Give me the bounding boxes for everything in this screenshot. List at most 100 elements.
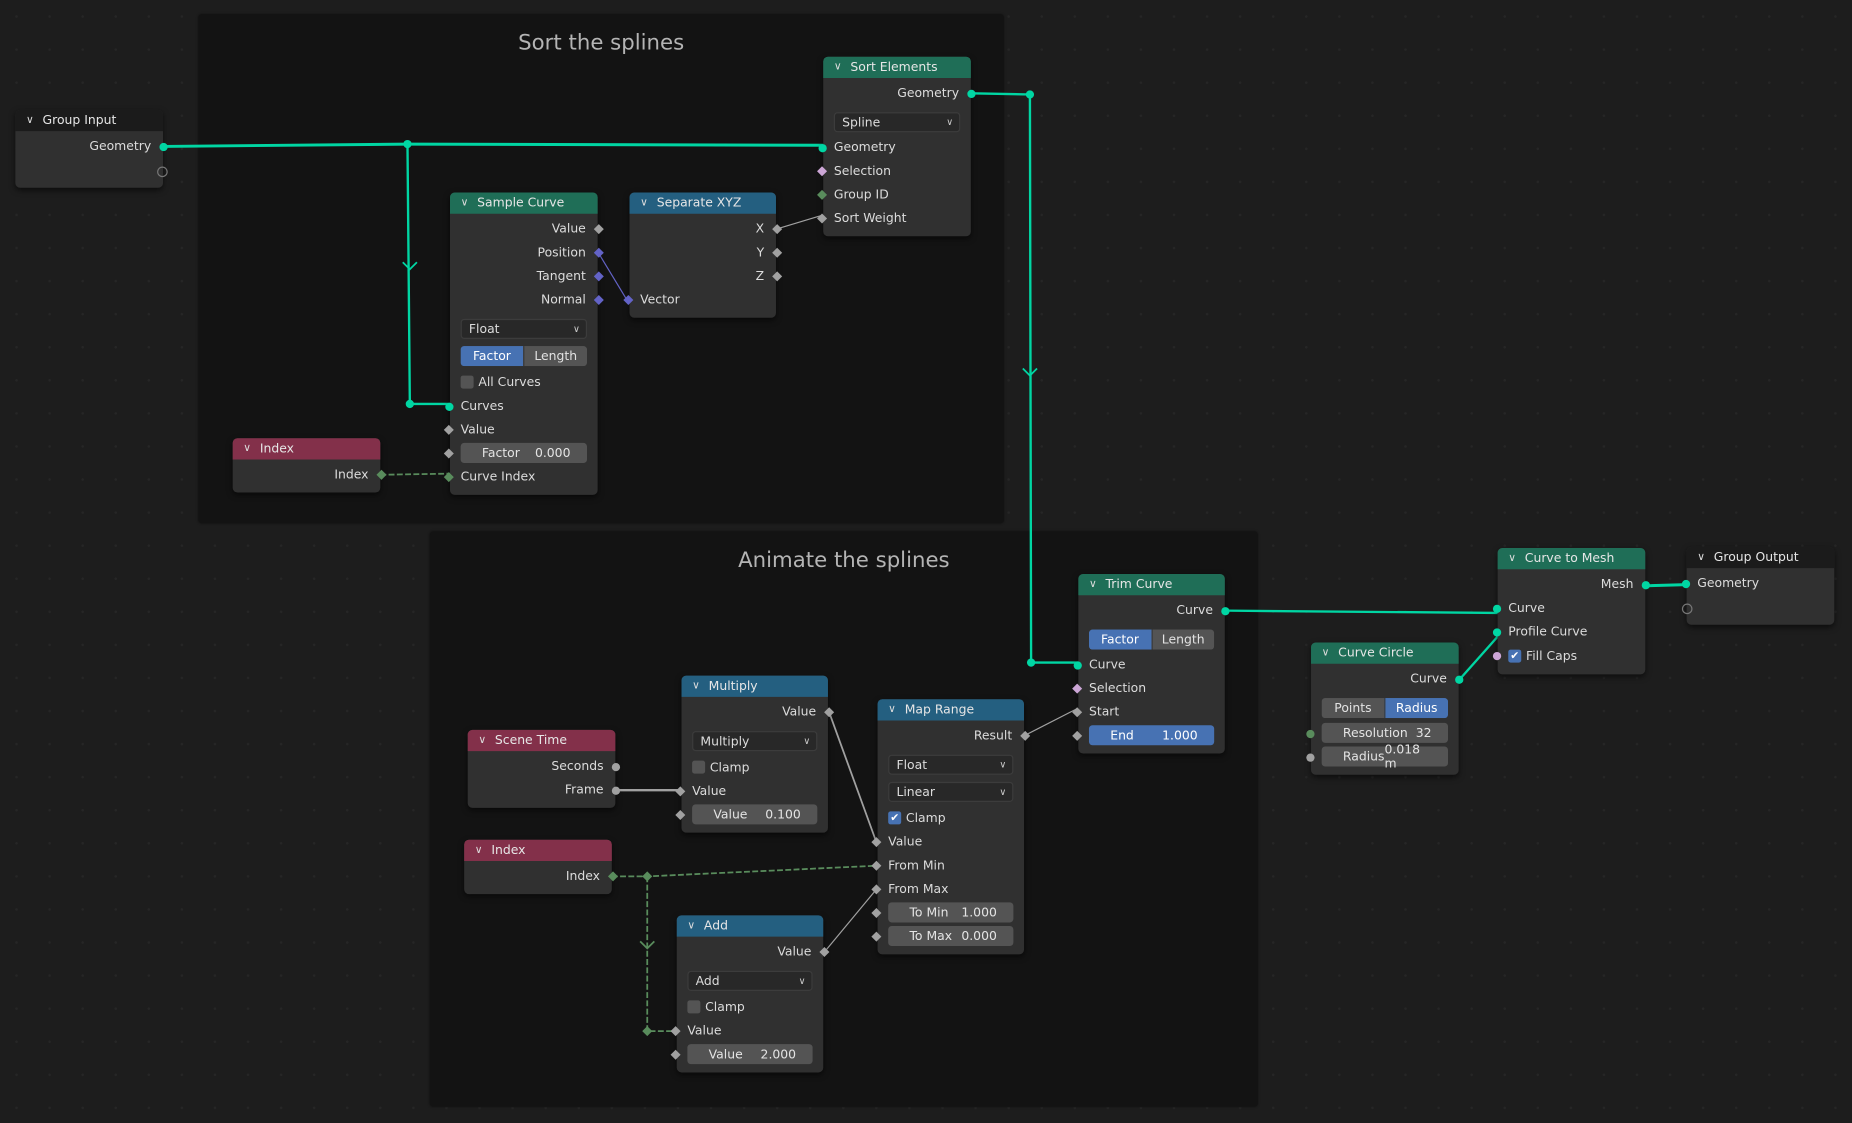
node-header[interactable]: ∨ Curve Circle <box>1311 642 1459 664</box>
toggle-option-length[interactable]: Length <box>523 346 588 367</box>
dropdown-select[interactable]: Float ∨ <box>460 318 588 339</box>
checkbox-all-curves[interactable] <box>460 375 474 389</box>
node-header[interactable]: ∨ Curve to Mesh <box>1497 548 1646 570</box>
chevron-down-icon[interactable]: ∨ <box>1322 647 1334 659</box>
dropdown-select[interactable]: Add ∨ <box>687 970 813 991</box>
row-in: Geometry <box>1681 572 1835 596</box>
geometry-socket-icon[interactable] <box>159 142 168 151</box>
boolc-socket-icon[interactable] <box>1492 651 1502 661</box>
node-header[interactable]: ∨ Separate XYZ <box>629 192 776 214</box>
node-multiply[interactable]: ∨ Multiply Value Multiply ∨ Clamp Value Value 0.… <box>675 675 835 833</box>
geometry-socket-icon[interactable] <box>1492 604 1502 613</box>
value-field-resolution[interactable]: Resolution 32 <box>1321 722 1449 743</box>
node-header[interactable]: ∨ Map Range <box>877 699 1025 721</box>
node-header[interactable]: ∨ Index <box>464 839 612 862</box>
node-header[interactable]: ∨ Group Input <box>15 109 163 132</box>
node-sample-curve[interactable]: ∨ Sample Curve Value Position Tangent Normal F… <box>443 192 604 495</box>
floatc-socket-icon[interactable] <box>611 762 621 771</box>
value-field-factor[interactable]: Factor 0.000 <box>460 442 588 463</box>
chevron-down-icon[interactable]: ∨ <box>834 61 846 73</box>
toggle-option-radius[interactable]: Radius <box>1384 698 1449 719</box>
value-field-radius[interactable]: Radius 0.018 m <box>1321 742 1449 771</box>
checkbox-fill-caps[interactable]: ✔ <box>1508 649 1522 663</box>
output-label: Value <box>782 705 817 720</box>
chevron-down-icon[interactable]: ∨ <box>1089 579 1101 591</box>
checkbox-label: Fill Caps <box>1525 649 1578 664</box>
row-dropdown: Spline ∨ <box>823 109 971 136</box>
value-field-end[interactable]: End 1.000 <box>1088 725 1215 746</box>
value-field-value[interactable]: Value 0.100 <box>692 804 818 825</box>
geometry-socket-icon[interactable] <box>1073 660 1082 670</box>
node-header[interactable]: ∨ Sort Elements <box>823 56 971 78</box>
toggle-option-points[interactable]: Points <box>1321 698 1385 719</box>
floatc-socket-icon[interactable] <box>1306 752 1315 762</box>
geometry-socket-icon[interactable] <box>1641 580 1650 589</box>
geometry-socket-icon[interactable] <box>818 143 827 152</box>
node-editor-canvas[interactable]: Sort the splines Animate the splines ∨ Gr… <box>0 0 1852 1123</box>
intc-socket-icon[interactable] <box>1306 729 1315 738</box>
node-curve-circle[interactable]: ∨ Curve Circle Curve Points Radius Resolution… <box>1306 642 1464 775</box>
geometry-socket-icon[interactable] <box>967 89 976 98</box>
node-group-output[interactable]: ∨ Group Output Geometry <box>1681 546 1835 625</box>
dropdown-select[interactable]: Multiply ∨ <box>692 731 818 752</box>
chevron-down-icon[interactable]: ∨ <box>475 844 487 856</box>
node-header[interactable]: ∨ Sample Curve <box>449 192 598 214</box>
chevron-down-icon[interactable]: ∨ <box>461 197 473 209</box>
toggle-option-factor[interactable]: Factor <box>1088 629 1151 650</box>
chevron-down-icon[interactable]: ∨ <box>1508 553 1520 565</box>
reroute-node[interactable] <box>1025 90 1035 99</box>
value-field-to-max[interactable]: To Max 0.000 <box>888 925 1014 947</box>
flow-arrow-icon <box>1022 367 1038 377</box>
chevron-down-icon[interactable]: ∨ <box>1697 552 1709 564</box>
toggle-option-length[interactable]: Length <box>1150 629 1215 650</box>
node-index-bottom[interactable]: ∨ Index Index <box>464 839 619 895</box>
chevron-down-icon[interactable]: ∨ <box>243 443 255 455</box>
node-separate-xyz[interactable]: ∨ Separate XYZ X Y Z Vector <box>623 192 783 318</box>
field-label: To Min <box>909 905 949 920</box>
row-dropdown: Add ∨ <box>677 967 823 994</box>
chevron-down-icon[interactable]: ∨ <box>888 704 900 716</box>
value-field-to-min[interactable]: To Min 1.000 <box>888 902 1014 923</box>
geometry-socket-icon[interactable] <box>1492 627 1502 637</box>
mode-toggle[interactable]: Factor Length <box>1088 629 1215 650</box>
node-header[interactable]: ∨ Scene Time <box>467 729 616 752</box>
node-index-top[interactable]: ∨ Index Index <box>232 438 387 493</box>
chevron-down-icon[interactable]: ∨ <box>478 735 490 747</box>
node-add[interactable]: ∨ Add Value Add ∨ Clamp Value Value 2.000 <box>670 915 830 1073</box>
node-header[interactable]: ∨ Multiply <box>681 675 828 697</box>
node-header[interactable]: ∨ Index <box>232 438 381 460</box>
chevron-down-icon[interactable]: ∨ <box>640 197 652 209</box>
node-trim-curve[interactable]: ∨ Trim Curve Curve Factor Length Curve Selecti… <box>1072 574 1230 754</box>
checkbox-clamp[interactable] <box>692 760 706 774</box>
chevron-down-icon: ∨ <box>999 759 1007 771</box>
node-map-range[interactable]: ∨ Map Range Result Float ∨ Linear ∨ ✔ Clamp Value… <box>871 699 1031 955</box>
dropdown-select[interactable]: Spline ∨ <box>833 112 961 133</box>
chevron-down-icon[interactable]: ∨ <box>26 115 38 127</box>
empty-socket-icon[interactable] <box>157 165 168 177</box>
node-group-input[interactable]: ∨ Group Input Geometry <box>15 109 168 188</box>
node-header[interactable]: ∨ Trim Curve <box>1078 574 1225 596</box>
mode-toggle[interactable]: Factor Length <box>460 346 588 367</box>
node-header[interactable]: ∨ Add <box>676 915 824 937</box>
geometry-socket-icon[interactable] <box>445 402 454 411</box>
node-header[interactable]: ∨ Group Output <box>1686 546 1835 569</box>
checkbox-clamp[interactable] <box>687 1000 701 1014</box>
toggle-option-factor[interactable]: Factor <box>460 346 524 367</box>
chevron-down-icon[interactable]: ∨ <box>687 920 699 932</box>
node-scene-time[interactable]: ∨ Scene Time Seconds Frame <box>467 729 621 808</box>
field-value: 0.100 <box>765 807 801 822</box>
node-curve-to-mesh[interactable]: ∨ Curve to Mesh Mesh Curve Profile Curve ✔ Fil… <box>1492 548 1650 675</box>
dropdown-select[interactable]: Linear ∨ <box>888 781 1014 802</box>
dropdown-select[interactable]: Float ∨ <box>888 754 1014 775</box>
mode-toggle[interactable]: Points Radius <box>1321 698 1449 719</box>
geometry-socket-icon[interactable] <box>1221 606 1230 615</box>
geometry-socket-icon[interactable] <box>1455 674 1464 684</box>
node-sort-elements[interactable]: ∨ Sort Elements Geometry Spline ∨ Geometry Sel… <box>817 56 976 237</box>
output-label: Tangent <box>536 269 586 284</box>
empty-socket-icon[interactable] <box>1681 602 1693 614</box>
geometry-socket-icon[interactable] <box>1681 579 1691 588</box>
value-field-value[interactable]: Value 2.000 <box>687 1044 813 1065</box>
chevron-down-icon[interactable]: ∨ <box>692 680 704 692</box>
floatc-socket-icon[interactable] <box>611 786 621 795</box>
checkbox-clamp[interactable]: ✔ <box>888 811 902 825</box>
